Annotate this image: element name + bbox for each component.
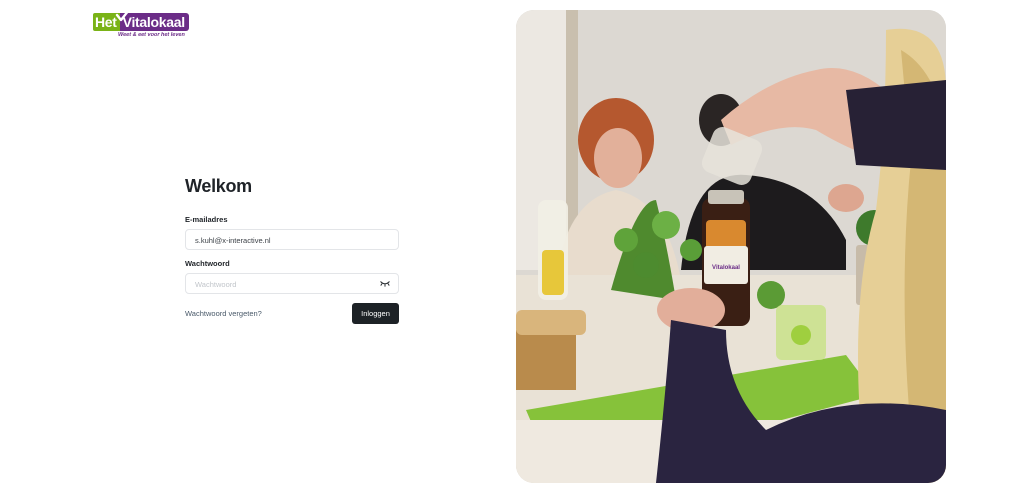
- logo-tagline: Weet & eet voor het leven: [118, 32, 185, 38]
- login-button[interactable]: Inloggen: [352, 303, 399, 324]
- login-form: Welkom E-mailadres Wachtwoord Wachtwoord…: [185, 175, 399, 324]
- form-actions: Wachtwoord vergeten? Inloggen: [185, 303, 399, 324]
- email-field[interactable]: [186, 231, 398, 250]
- brand-logo[interactable]: Het Vitalokaal Weet & eet voor het leven: [93, 9, 189, 40]
- hero-photo: Vitalokaal: [516, 10, 946, 483]
- logo-wordmark: Het Vitalokaal: [93, 12, 189, 32]
- password-label: Wachtwoord: [185, 259, 230, 268]
- logo-checkmark-icon: [115, 9, 131, 22]
- page-title: Welkom: [185, 176, 252, 196]
- password-field[interactable]: [186, 275, 398, 294]
- password-field-wrapper: [185, 273, 399, 294]
- jar-label-text: Vitalokaal: [712, 265, 740, 271]
- forgot-password-link[interactable]: Wachtwoord vergeten?: [185, 309, 262, 318]
- email-label: E-mailadres: [185, 215, 228, 224]
- eye-off-icon[interactable]: [380, 280, 390, 288]
- email-field-wrapper: [185, 229, 399, 250]
- workshop-photo-illustration: Vitalokaal: [516, 10, 946, 483]
